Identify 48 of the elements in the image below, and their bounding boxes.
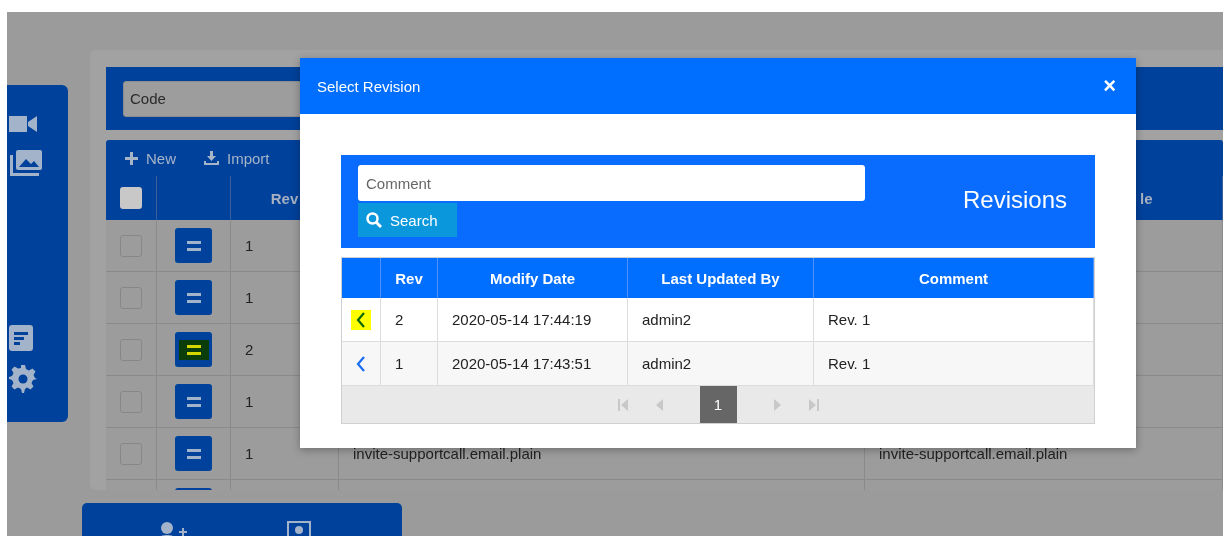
panel-heading: Revisions xyxy=(962,186,1067,214)
select-all-checkbox[interactable] xyxy=(120,187,142,209)
table-cell: Rev. 1 xyxy=(828,311,871,328)
table-cell: 1 xyxy=(395,355,404,372)
table-cell: 1 xyxy=(245,237,254,254)
table-cell: admin2 xyxy=(642,311,692,328)
plus-icon xyxy=(125,151,138,165)
images-icon[interactable] xyxy=(9,149,43,177)
table-cell: admin2 xyxy=(642,355,692,372)
menu-icon xyxy=(186,396,201,407)
menu-icon xyxy=(186,240,201,251)
table-cell: 2 xyxy=(245,341,254,358)
video-camera-icon[interactable] xyxy=(9,113,37,135)
menu-icon xyxy=(186,448,201,459)
table-cell: 1 xyxy=(245,393,254,410)
column-header: Last Updated By xyxy=(661,269,780,287)
search-icon xyxy=(366,212,382,228)
close-button[interactable]: × xyxy=(1103,75,1116,97)
table-cell: 1 xyxy=(245,289,254,306)
comment-field[interactable]: Comment xyxy=(358,165,865,201)
page-button[interactable]: 1 xyxy=(699,386,737,423)
table-cell: 2020-05-14 17:43:51 xyxy=(452,355,592,372)
menu-button[interactable] xyxy=(175,384,212,419)
table-cell: invite-supportcall.email.plain xyxy=(879,445,1068,462)
column-header: le xyxy=(1140,189,1153,207)
column-header: Rev xyxy=(270,189,299,207)
document-icon[interactable] xyxy=(9,325,33,351)
table-cell: invite-supportcall.email.plain xyxy=(353,445,542,462)
select-revision-button[interactable] xyxy=(351,309,371,330)
menu-button[interactable] xyxy=(175,280,212,315)
table-cell: Rev. 1 xyxy=(828,355,871,372)
menu-button[interactable] xyxy=(175,332,212,367)
table-cell: 2020-05-14 17:44:19 xyxy=(452,311,592,328)
menu-button[interactable] xyxy=(175,436,212,471)
column-header: Modify Date xyxy=(490,269,575,287)
menu-icon xyxy=(186,344,201,355)
dialog-title: Select Revision xyxy=(317,77,421,95)
new-button[interactable]: New xyxy=(121,149,180,167)
menu-icon xyxy=(186,292,201,303)
menu-button[interactable] xyxy=(175,228,212,263)
table-cell: 2 xyxy=(395,311,404,328)
import-button[interactable]: Import xyxy=(200,149,274,167)
column-header: Comment xyxy=(918,269,989,287)
search-button[interactable]: Search xyxy=(358,203,457,237)
download-icon xyxy=(204,151,219,165)
column-header: Rev xyxy=(395,269,423,287)
table-cell: 1 xyxy=(245,445,254,462)
settings-icon[interactable] xyxy=(9,365,37,393)
